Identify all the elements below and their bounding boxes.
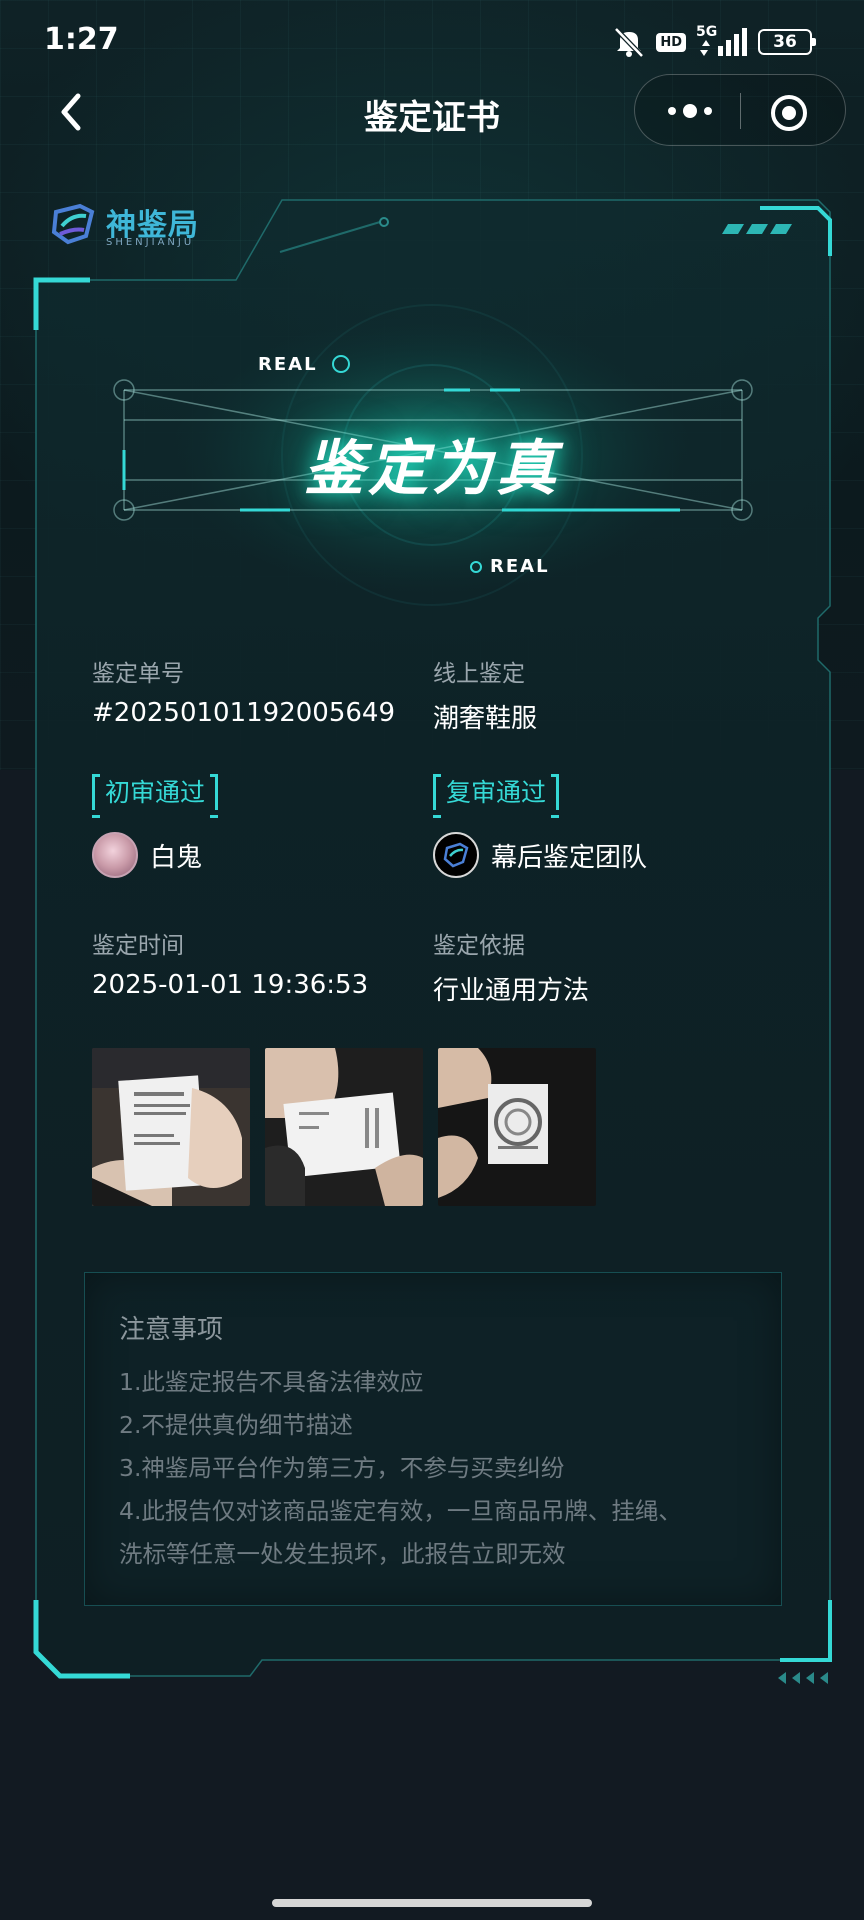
team-logo-icon	[443, 842, 469, 868]
notice-item: 1.此鉴定报告不具备法律效应	[119, 1368, 424, 1396]
more-icon[interactable]	[655, 95, 725, 127]
appraisal-basis-value: 行业通用方法	[433, 976, 590, 1006]
mini-program-capsule	[634, 74, 846, 146]
close-target-icon[interactable]	[769, 93, 809, 133]
status-bar: 1:27 HD 5G 36	[0, 0, 864, 84]
first-reviewer-avatar	[92, 832, 138, 878]
appraisal-type-label: 线上鉴定	[433, 661, 525, 687]
label-photo-image	[438, 1048, 596, 1206]
real-label-bottom: REAL	[490, 556, 550, 577]
second-reviewer[interactable]: 幕后鉴定团队	[433, 832, 647, 878]
notice-item: 4.此报告仅对该商品鉴定有效，一旦商品吊牌、挂绳、	[119, 1497, 682, 1525]
appraisal-time-label: 鉴定时间	[92, 933, 184, 959]
evidence-photo-3[interactable]	[438, 1048, 596, 1206]
brand-logo: 神鉴局 SHENJIANJU	[50, 200, 240, 252]
shield-logo-icon	[51, 203, 95, 245]
second-reviewer-name: 幕后鉴定团队	[491, 842, 648, 873]
brand-subtitle: SHENJIANJU	[106, 237, 195, 248]
notice-item: 2.不提供真伪细节描述	[119, 1411, 353, 1439]
hd-badge: HD	[656, 32, 686, 52]
first-reviewer-name: 白鬼	[150, 842, 203, 873]
status-icons: HD 5G 36	[612, 24, 816, 60]
order-number-label: 鉴定单号	[92, 661, 184, 687]
second-review-tag: 复审通过	[433, 774, 560, 818]
appraisal-type-value: 潮奢鞋服	[433, 704, 538, 734]
appraisal-basis-label: 鉴定依据	[433, 933, 525, 959]
signal-icon: 5G	[696, 24, 748, 58]
verdict-title: 鉴定为真	[304, 434, 560, 504]
capsule-divider	[740, 93, 741, 129]
evidence-photo-1[interactable]	[92, 1048, 250, 1206]
notice-item: 洗标等任意一处发生损坏，此报告立即无效	[119, 1540, 566, 1568]
label-photo-image	[92, 1048, 250, 1206]
notice-box: 注意事项 1.此鉴定报告不具备法律效应 2.不提供真伪细节描述 3.神鉴局平台作…	[84, 1272, 782, 1606]
appraisal-time-value: 2025-01-01 19:36:53	[92, 970, 369, 1000]
real-label-top: REAL	[258, 354, 318, 375]
second-reviewer-avatar	[433, 832, 479, 878]
order-number-value: #20250101192005649	[92, 698, 395, 728]
notice-item: 3.神鉴局平台作为第三方，不参与买卖纠纷	[119, 1454, 565, 1482]
label-photo-image	[265, 1048, 423, 1206]
mute-icon	[614, 27, 645, 58]
notice-list: 1.此鉴定报告不具备法律效应 2.不提供真伪细节描述 3.神鉴局平台作为第三方，…	[119, 1361, 759, 1576]
first-review-tag: 初审通过	[92, 774, 219, 818]
status-time: 1:27	[44, 22, 119, 57]
evidence-photo-2[interactable]	[265, 1048, 423, 1206]
notice-title: 注意事项	[119, 1315, 224, 1345]
verdict-hero: REAL 鉴定为真 REAL	[100, 340, 764, 590]
battery-icon: 36	[758, 29, 816, 55]
first-reviewer[interactable]: 白鬼	[92, 832, 202, 878]
home-indicator[interactable]	[272, 1899, 592, 1907]
